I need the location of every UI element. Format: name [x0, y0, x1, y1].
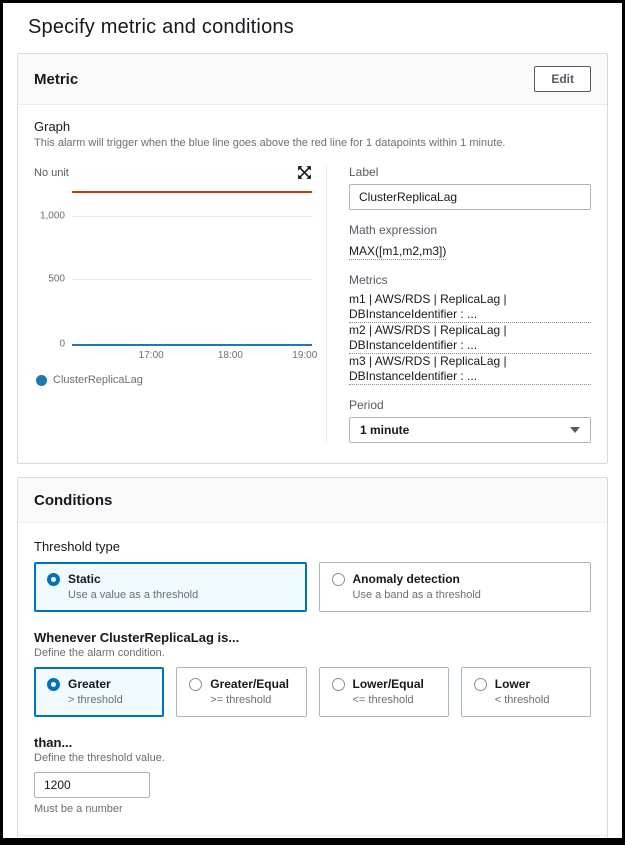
math-expression-value[interactable]: MAX([m1,m2,m3]): [349, 244, 446, 260]
y-tick-0: 0: [59, 339, 72, 350]
x-tick-1800: 18:00: [218, 350, 243, 361]
option-lower-equal[interactable]: Lower/Equal <= threshold: [319, 667, 449, 717]
math-expression-label: Math expression: [349, 223, 591, 237]
option-greater-equal-label: Greater/Equal: [210, 677, 289, 691]
page-title: Specify metric and conditions: [28, 16, 611, 39]
threshold-value-input[interactable]: [34, 772, 150, 798]
conditions-card-title: Conditions: [34, 492, 112, 509]
graph-section-label: Graph: [34, 119, 591, 134]
whenever-description: Define the alarm condition.: [34, 647, 591, 659]
metric-series-line: [72, 344, 312, 346]
period-selected-value: 1 minute: [360, 423, 409, 437]
additional-configuration-expander[interactable]: Additional configuration: [18, 835, 607, 838]
metric-graph: No unit: [34, 165, 326, 443]
metric-card-body: Graph This alarm will trigger when the b…: [18, 105, 607, 463]
screenshot-frame: Specify metric and conditions Metric Edi…: [0, 0, 625, 845]
chevron-down-icon: [570, 427, 580, 433]
metric-card: Metric Edit Graph This alarm will trigge…: [17, 53, 608, 464]
metric-line-m3[interactable]: m3 | AWS/RDS | ReplicaLag | DBInstanceId…: [349, 354, 591, 385]
plot-area: 1,000 500 0: [72, 186, 312, 346]
threshold-value-group: than... Define the threshold value. Must…: [34, 735, 591, 815]
label-field-label: Label: [349, 165, 591, 179]
option-greater-equal[interactable]: Greater/Equal >= threshold: [176, 667, 306, 717]
threshold-type-options: Static Use a value as a threshold Anomal…: [34, 562, 591, 612]
than-label: than...: [34, 735, 591, 750]
conditions-card-header: Conditions: [18, 478, 607, 523]
gridline-500: [72, 279, 312, 280]
edit-button[interactable]: Edit: [534, 66, 591, 92]
option-lower[interactable]: Lower < threshold: [461, 667, 591, 717]
whenever-label: Whenever ClusterReplicaLag is...: [34, 630, 591, 645]
option-anomaly-detection[interactable]: Anomaly detection Use a band as a thresh…: [319, 562, 592, 612]
option-lower-label: Lower: [495, 677, 530, 691]
option-static[interactable]: Static Use a value as a threshold: [34, 562, 307, 612]
x-tick-1700: 17:00: [139, 350, 164, 361]
option-lower-desc: < threshold: [495, 694, 580, 706]
x-tick-1900: 19:00: [292, 350, 317, 361]
metric-fields: Label Math expression MAX([m1,m2,m3]) Me…: [326, 165, 591, 443]
expand-graph-icon[interactable]: [297, 165, 312, 180]
option-lower-equal-desc: <= threshold: [353, 694, 438, 706]
option-lower-equal-label: Lower/Equal: [353, 677, 424, 691]
option-static-desc: Use a value as a threshold: [68, 589, 296, 601]
threshold-type-label: Threshold type: [34, 539, 591, 554]
graph-unit-label: No unit: [34, 167, 69, 179]
graph-legend: ClusterReplicaLag: [36, 374, 312, 386]
conditions-card-body: Threshold type Static Use a value as a t…: [18, 523, 607, 815]
metric-card-title: Metric: [34, 71, 78, 88]
graph-description: This alarm will trigger when the blue li…: [34, 137, 591, 149]
threshold-helper-text: Must be a number: [34, 803, 591, 815]
metric-line-m2[interactable]: m2 | AWS/RDS | ReplicaLag | DBInstanceId…: [349, 323, 591, 354]
option-anomaly-label: Anomaly detection: [353, 572, 460, 586]
metric-card-header: Metric Edit: [18, 54, 607, 105]
alarm-condition-options: Greater > threshold Greater/Equal >= thr…: [34, 667, 591, 717]
threshold-line: [72, 191, 312, 193]
period-select[interactable]: 1 minute: [349, 417, 591, 443]
radio-unchecked-icon[interactable]: [189, 678, 202, 691]
radio-checked-icon[interactable]: [47, 678, 60, 691]
conditions-card: Conditions Threshold type Static Use a v…: [17, 477, 608, 838]
y-tick-500: 500: [48, 274, 72, 285]
legend-color-dot: [36, 375, 47, 386]
option-static-label: Static: [68, 572, 101, 586]
radio-checked-icon[interactable]: [47, 573, 60, 586]
radio-unchecked-icon[interactable]: [332, 573, 345, 586]
gridline-1000: [72, 216, 312, 217]
option-anomaly-desc: Use a band as a threshold: [353, 589, 581, 601]
than-description: Define the threshold value.: [34, 752, 591, 764]
x-axis-ticks: 17:00 18:00 19:00: [72, 350, 312, 366]
label-input[interactable]: [349, 184, 591, 210]
radio-unchecked-icon[interactable]: [332, 678, 345, 691]
specify-metric-page: Specify metric and conditions Metric Edi…: [3, 3, 622, 838]
legend-label: ClusterReplicaLag: [53, 374, 143, 386]
metric-line-m1[interactable]: m1 | AWS/RDS | ReplicaLag | DBInstanceId…: [349, 292, 591, 323]
option-greater-equal-desc: >= threshold: [210, 694, 295, 706]
metrics-label: Metrics: [349, 273, 591, 287]
radio-unchecked-icon[interactable]: [474, 678, 487, 691]
option-greater[interactable]: Greater > threshold: [34, 667, 164, 717]
y-tick-1000: 1,000: [40, 211, 72, 222]
option-greater-desc: > threshold: [68, 694, 153, 706]
period-label: Period: [349, 398, 591, 412]
option-greater-label: Greater: [68, 677, 111, 691]
